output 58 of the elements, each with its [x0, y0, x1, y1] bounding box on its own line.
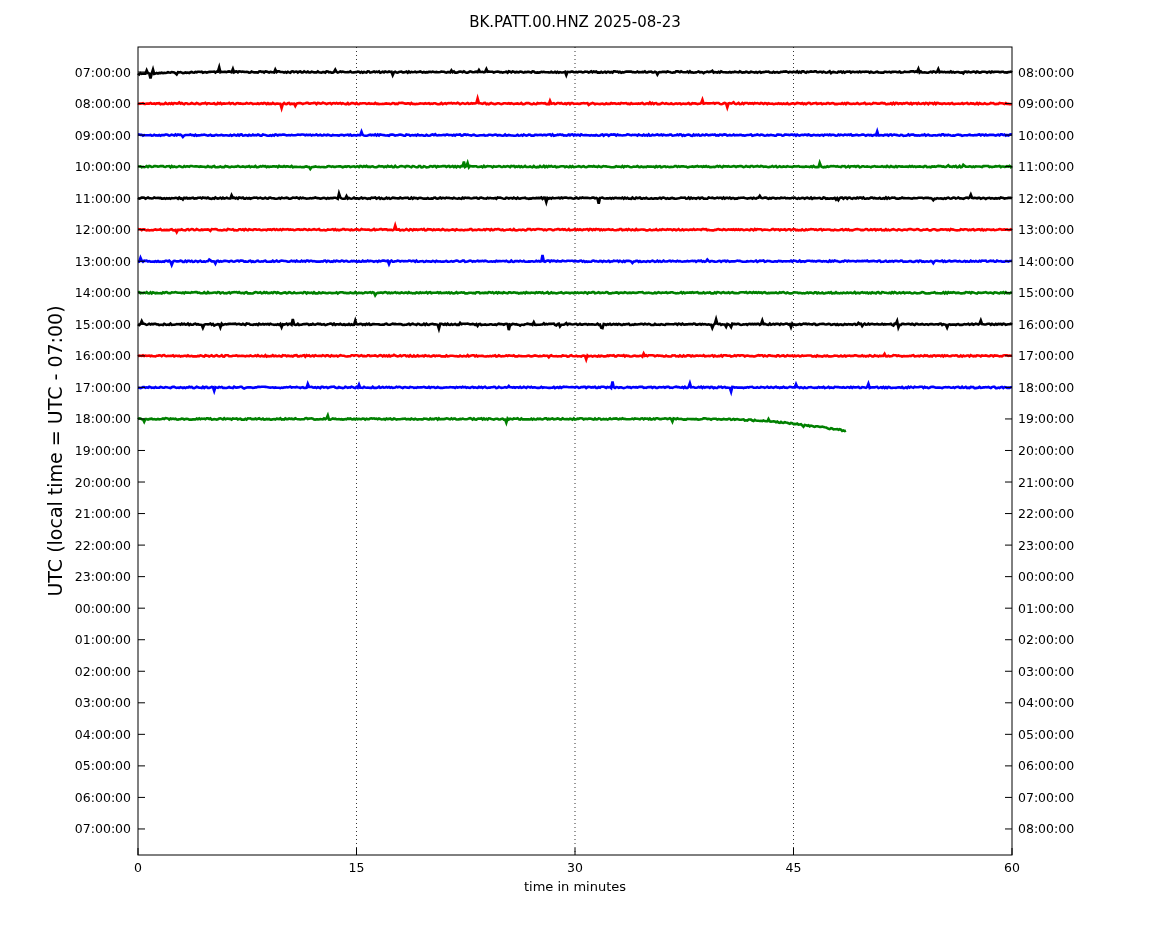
tick-label: 02:00:00 — [1018, 632, 1075, 648]
tick-label: 20:00:00 — [1018, 443, 1075, 458]
tick-label: 15 — [348, 860, 365, 875]
tick-label: 60 — [1004, 860, 1020, 875]
tick-label: 05:00:00 — [1018, 726, 1075, 742]
x-axis-label: time in minutes — [523, 879, 627, 894]
tick-label: 03:00:00 — [1018, 663, 1075, 679]
tick-label: 04:00:00 — [1018, 695, 1075, 711]
tick-label: 01:00:00 — [74, 632, 131, 648]
tick-label: 12:00:00 — [74, 222, 131, 238]
tick-label: 15:00:00 — [1018, 285, 1075, 301]
tick-label: 13:00:00 — [1018, 222, 1075, 238]
plot-title: BK.PATT.00.HNZ 2025-08-23 — [469, 13, 681, 31]
tick-label: 02:00:00 — [74, 663, 131, 679]
tick-label: 19:00:00 — [74, 443, 131, 458]
tick-label: 09:00:00 — [74, 127, 131, 143]
tick-label: 10:00:00 — [74, 159, 131, 175]
tick-label: 21:00:00 — [1018, 474, 1075, 490]
y-axis-label: UTC (local time = UTC - 07:00) — [44, 305, 66, 597]
tick-label: 11:00:00 — [74, 190, 131, 206]
tick-label: 22:00:00 — [1018, 506, 1075, 522]
tick-label: 10:00:00 — [1018, 127, 1075, 143]
tick-label: 07:00:00 — [74, 64, 131, 80]
tick-label: 06:00:00 — [74, 789, 131, 805]
tick-label: 14:00:00 — [1018, 253, 1075, 269]
tick-label: 08:00:00 — [74, 96, 131, 112]
tick-label: 16:00:00 — [74, 348, 131, 364]
tick-label: 08:00:00 — [1018, 64, 1075, 80]
tick-label: 03:00:00 — [74, 695, 131, 711]
tick-label: 22:00:00 — [74, 537, 131, 553]
tick-label: 18:00:00 — [1018, 379, 1075, 395]
tick-label: 17:00:00 — [1018, 348, 1075, 364]
tick-label: 07:00:00 — [1018, 789, 1075, 805]
tick-label: 04:00:00 — [74, 726, 131, 742]
tick-label: 17:00:00 — [74, 379, 131, 395]
tick-label: 20:00:00 — [74, 474, 131, 490]
tick-label: 18:00:00 — [74, 411, 131, 427]
tick-label: 09:00:00 — [1018, 96, 1075, 112]
tick-label: 23:00:00 — [74, 569, 131, 585]
tick-label: 19:00:00 — [1018, 411, 1075, 427]
tick-label: 14:00:00 — [74, 285, 131, 301]
tick-label: 21:00:00 — [74, 506, 131, 522]
tick-label: 45 — [785, 860, 802, 875]
tick-label: 16:00:00 — [1018, 316, 1075, 332]
tick-label: 08:00:00 — [1018, 821, 1075, 837]
tick-label: 13:00:00 — [74, 253, 131, 269]
tick-label: 00:00:00 — [1018, 569, 1075, 585]
tick-label: 06:00:00 — [1018, 758, 1075, 774]
tick-label: 05:00:00 — [74, 758, 131, 774]
tick-label: 11:00:00 — [1018, 159, 1075, 175]
tick-label: 00:00:00 — [74, 600, 131, 616]
tick-label: 01:00:00 — [1018, 600, 1075, 616]
tick-label: 12:00:00 — [1018, 190, 1075, 206]
tick-label: 0 — [134, 860, 142, 875]
tick-label: 30 — [567, 860, 583, 875]
tick-label: 23:00:00 — [1018, 537, 1075, 553]
tick-label: 07:00:00 — [74, 821, 131, 837]
tick-label: 15:00:00 — [74, 316, 131, 332]
